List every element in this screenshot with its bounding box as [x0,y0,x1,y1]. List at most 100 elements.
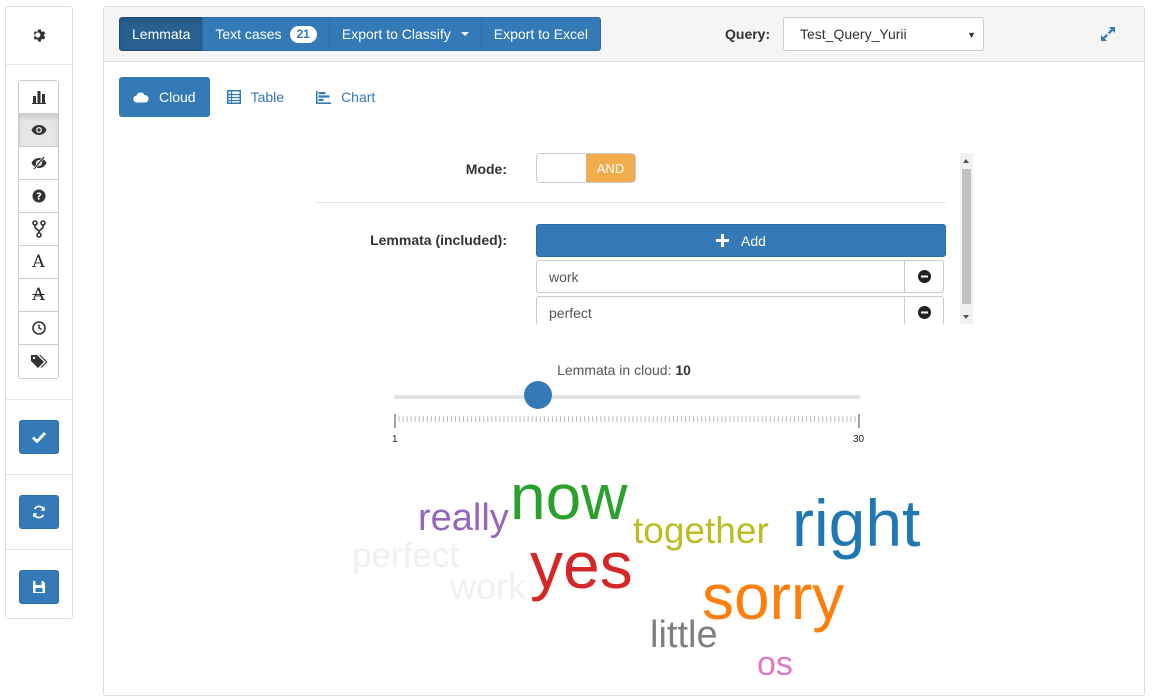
lemma-input[interactable]: perfect [537,297,904,324]
tool-fork[interactable] [19,213,58,246]
mode-toggle[interactable]: AND [536,153,636,183]
scroll-down-arrow[interactable] [963,315,969,319]
svg-text:?: ? [36,192,42,203]
lemma-input[interactable]: work [537,261,904,292]
export-excel-button[interactable]: Export to Excel [480,17,601,51]
save-button[interactable] [19,570,59,604]
mode-toggle-value: AND [586,154,635,182]
strikethrough-icon: A [32,284,45,305]
cloud-word[interactable]: little [650,616,718,654]
text-cases-button[interactable]: Text cases 21 [202,17,330,51]
cloud-icon [133,91,149,103]
slider-value: 10 [675,362,691,378]
divider [6,549,72,550]
tool-show[interactable] [19,114,58,147]
tool-tags[interactable] [19,345,58,378]
divider [6,399,72,400]
minus-circle-icon [917,270,931,283]
view-tabs: Cloud Table Chart [119,77,392,117]
tool-statistics[interactable] [19,81,58,114]
mode-label: Mode: [465,161,507,177]
scroll-thumb[interactable] [962,169,971,304]
remove-lemma-button[interactable] [904,261,943,292]
lemmata-button[interactable]: Lemmata [119,17,204,51]
slider-track[interactable] [394,395,860,399]
plus-icon [716,234,730,247]
main-panel: Lemmata Text cases 21 Export to Classify… [103,6,1145,696]
tool-strikethrough[interactable]: A [19,279,58,312]
mode-toggle-off [537,154,586,182]
slider-max-label: 30 [853,434,865,445]
add-lemma-button[interactable]: Add [536,224,946,257]
tool-help[interactable]: ? [19,180,58,213]
tool-time[interactable] [19,312,58,345]
check-icon [32,432,46,443]
cloud-word[interactable]: work [450,569,526,605]
text-cases-count-badge: 21 [289,25,317,43]
lemma-value: perfect [549,304,592,321]
scroll-up-arrow[interactable] [963,159,969,163]
cloud-word[interactable]: perfect [352,538,459,573]
tool-font[interactable]: A [19,246,58,279]
table-icon [226,90,241,104]
cloud-word[interactable]: sorry [702,565,844,629]
lemmata-included-label: Lemmata (included): [370,232,507,248]
expand-icon [1101,27,1115,41]
lemma-row: perfect [536,296,944,324]
cloud-word[interactable]: os [757,647,793,681]
tab-chart-label: Chart [341,89,376,105]
lemma-row: work [536,260,944,293]
tab-table[interactable]: Table [212,77,299,117]
filter-form: Mode: AND Lemmata (included): Add work p… [316,152,976,324]
text-cases-label: Text cases [215,26,282,42]
slider-min-label: 1 [392,434,398,445]
query-label: Query: [725,26,771,42]
cloud-word[interactable]: right [792,490,920,556]
lemma-value: work [549,268,579,285]
slider-title: Lemmata in cloud: 10 [394,362,854,378]
tab-table-label: Table [250,89,285,105]
fork-icon [31,220,46,238]
form-scrollbar[interactable] [960,153,973,324]
export-classify-label: Export to Classify [341,26,451,42]
slider-ticks [394,414,860,428]
slider-handle[interactable] [524,381,552,409]
settings-button[interactable] [6,7,72,63]
panel-header: Lemmata Text cases 21 Export to Classify… [104,7,1144,62]
refresh-icon [33,505,45,519]
query-select-value: Test_Query_Yurii [800,26,907,42]
expand-button[interactable] [1098,24,1118,44]
select-arrow-icon: ▼ [967,30,976,40]
divider [316,202,946,203]
eye-icon [31,125,46,135]
font-icon: A [32,251,45,272]
cloud-word[interactable]: really [418,499,509,537]
caret-down-icon [460,32,469,36]
tool-hide[interactable] [19,147,58,180]
cloud-word[interactable]: together [633,512,769,549]
add-lemma-label: Add [741,232,766,249]
eye-slash-icon [31,156,46,170]
tags-icon [30,355,47,368]
chart-icon [316,90,332,104]
tab-cloud[interactable]: Cloud [119,77,210,117]
cloud-word[interactable]: now [510,465,627,529]
bar-chart-icon [31,91,46,104]
export-classify-button[interactable]: Export to Classify [328,17,482,51]
save-icon [33,581,45,593]
tool-group: ? A A [18,80,59,379]
query-select[interactable]: Test_Query_Yurii ▼ [783,17,984,51]
export-excel-label: Export to Excel [493,26,588,42]
tab-chart[interactable]: Chart [301,77,390,117]
gear-icon [33,28,45,42]
cloud-word[interactable]: yes [530,532,633,598]
question-circle-icon: ? [32,189,45,203]
sidebar: ? A A [5,6,73,619]
minus-circle-icon [917,306,931,319]
refresh-button[interactable] [19,495,59,529]
divider [6,474,72,475]
apply-button[interactable] [19,420,59,454]
divider [6,64,72,65]
lemmata-button-label: Lemmata [132,26,191,42]
remove-lemma-button[interactable] [904,297,943,324]
